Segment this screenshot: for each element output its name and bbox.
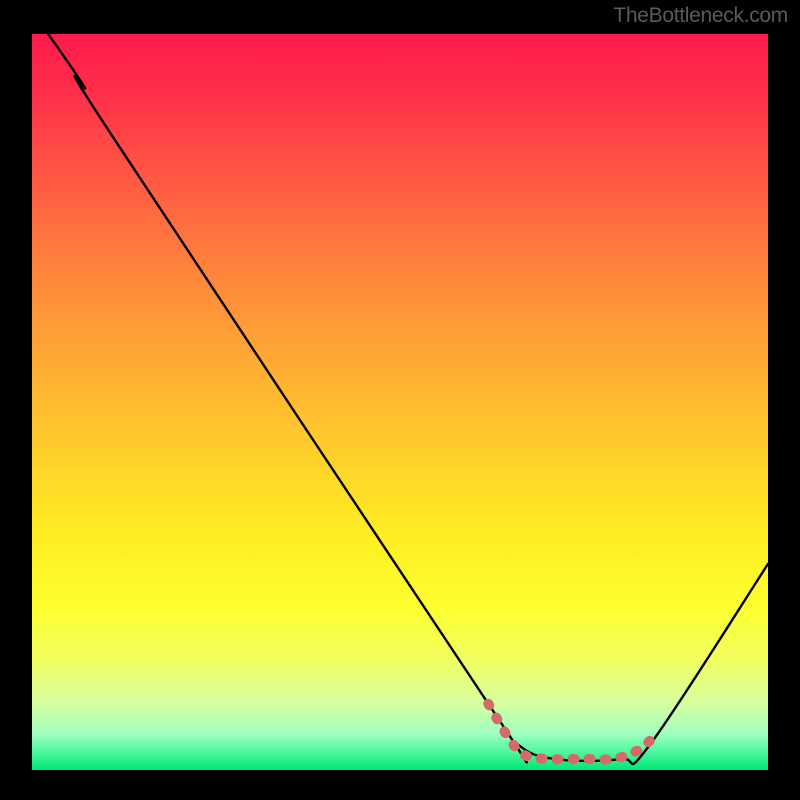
watermark-text: TheBottleneck.com [613, 4, 788, 28]
optimal-marker-line [488, 704, 650, 760]
bottleneck-curve-line [48, 34, 768, 764]
chart-svg [32, 34, 768, 770]
chart-plot-area [32, 34, 768, 770]
